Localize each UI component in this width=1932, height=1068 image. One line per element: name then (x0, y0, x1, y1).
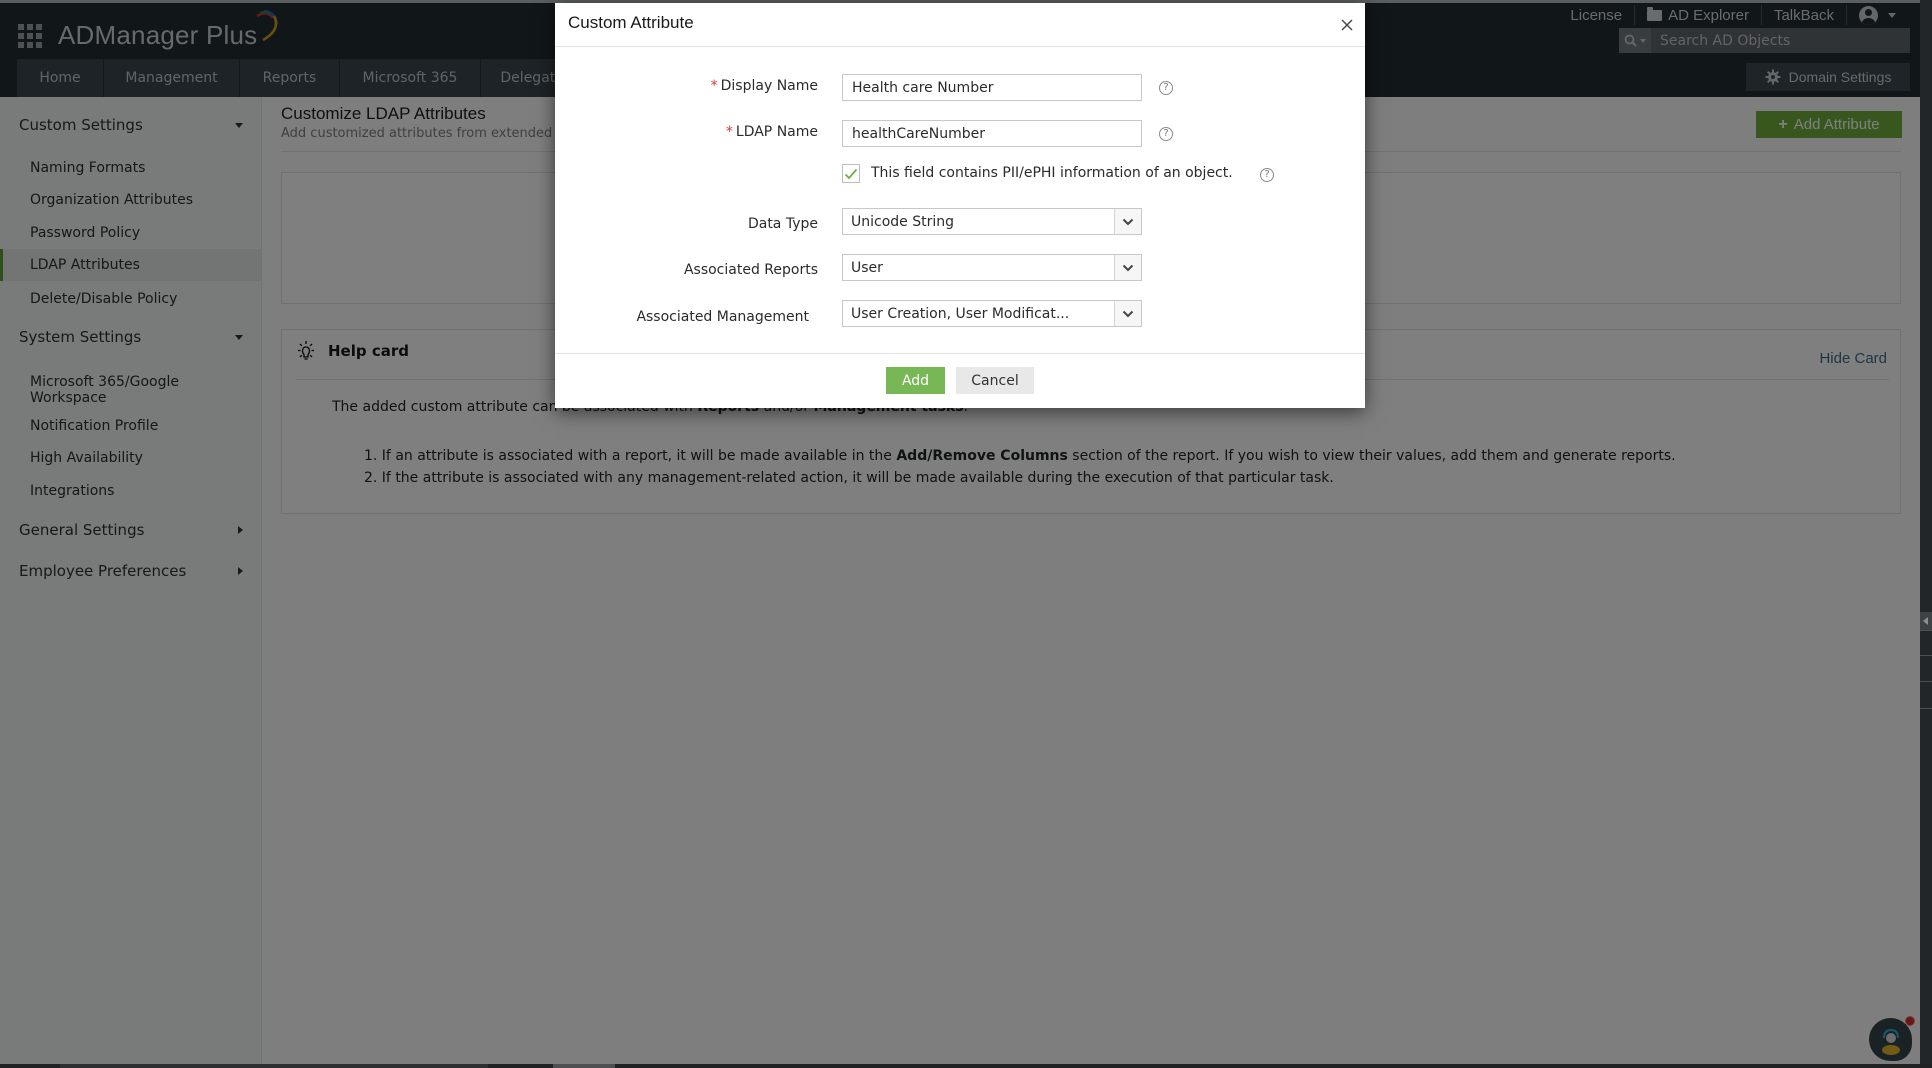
ldap-name-label: * LDAP Name (726, 124, 818, 140)
data-type-label: Data Type (747, 216, 818, 232)
help-icon[interactable]: ? (1260, 168, 1274, 182)
add-button[interactable]: Add (886, 367, 945, 394)
divider (1920, 655, 1932, 656)
divider (555, 46, 1365, 47)
associated-management-select[interactable]: User Creation, User Modificat... (842, 300, 1142, 327)
dialog-title: Custom Attribute (568, 13, 694, 32)
divider (555, 353, 1365, 354)
divider (1920, 630, 1932, 631)
select-value: User Creation, User Modificat... (851, 305, 1070, 322)
checkmark-icon (844, 168, 858, 179)
associated-reports-label: Associated Reports (683, 262, 818, 278)
chevron-down-icon (1114, 301, 1141, 326)
bottom-bar (0, 1064, 1932, 1068)
associated-management-label: Associated Management (636, 309, 809, 325)
right-side-panel (1920, 0, 1932, 1068)
divider (1920, 708, 1932, 709)
data-type-select[interactable]: Unicode String (842, 208, 1142, 235)
associated-reports-select[interactable]: User (842, 254, 1142, 281)
required-marker: * (725, 124, 733, 140)
display-name-input[interactable] (842, 74, 1142, 101)
scroll-segment (60, 1064, 488, 1068)
required-marker: * (710, 78, 718, 94)
help-icon[interactable]: ? (1159, 127, 1173, 141)
select-value: User (851, 259, 883, 276)
display-name-label: * Display Name (711, 78, 818, 94)
scroll-thumb[interactable] (553, 1064, 615, 1068)
chevron-down-icon (1114, 209, 1141, 234)
cancel-button[interactable]: Cancel (956, 367, 1034, 394)
pii-checkbox[interactable] (842, 164, 860, 183)
collapse-panel-button[interactable] (1920, 612, 1932, 630)
label-text: Display Name (720, 78, 818, 94)
select-value: Unicode String (851, 213, 955, 230)
chevron-down-icon (1114, 255, 1141, 280)
caret-left-icon (1923, 617, 1928, 625)
label-text: LDAP Name (735, 124, 818, 140)
close-icon[interactable] (1339, 17, 1355, 33)
ldap-name-input[interactable] (842, 120, 1142, 147)
custom-attribute-dialog: Custom Attribute *Display Name ? *LDAP N… (555, 3, 1365, 408)
help-icon[interactable]: ? (1159, 81, 1173, 95)
divider (1920, 681, 1932, 682)
pii-checkbox-label[interactable]: This field contains PII/ePHI information… (871, 165, 1233, 181)
